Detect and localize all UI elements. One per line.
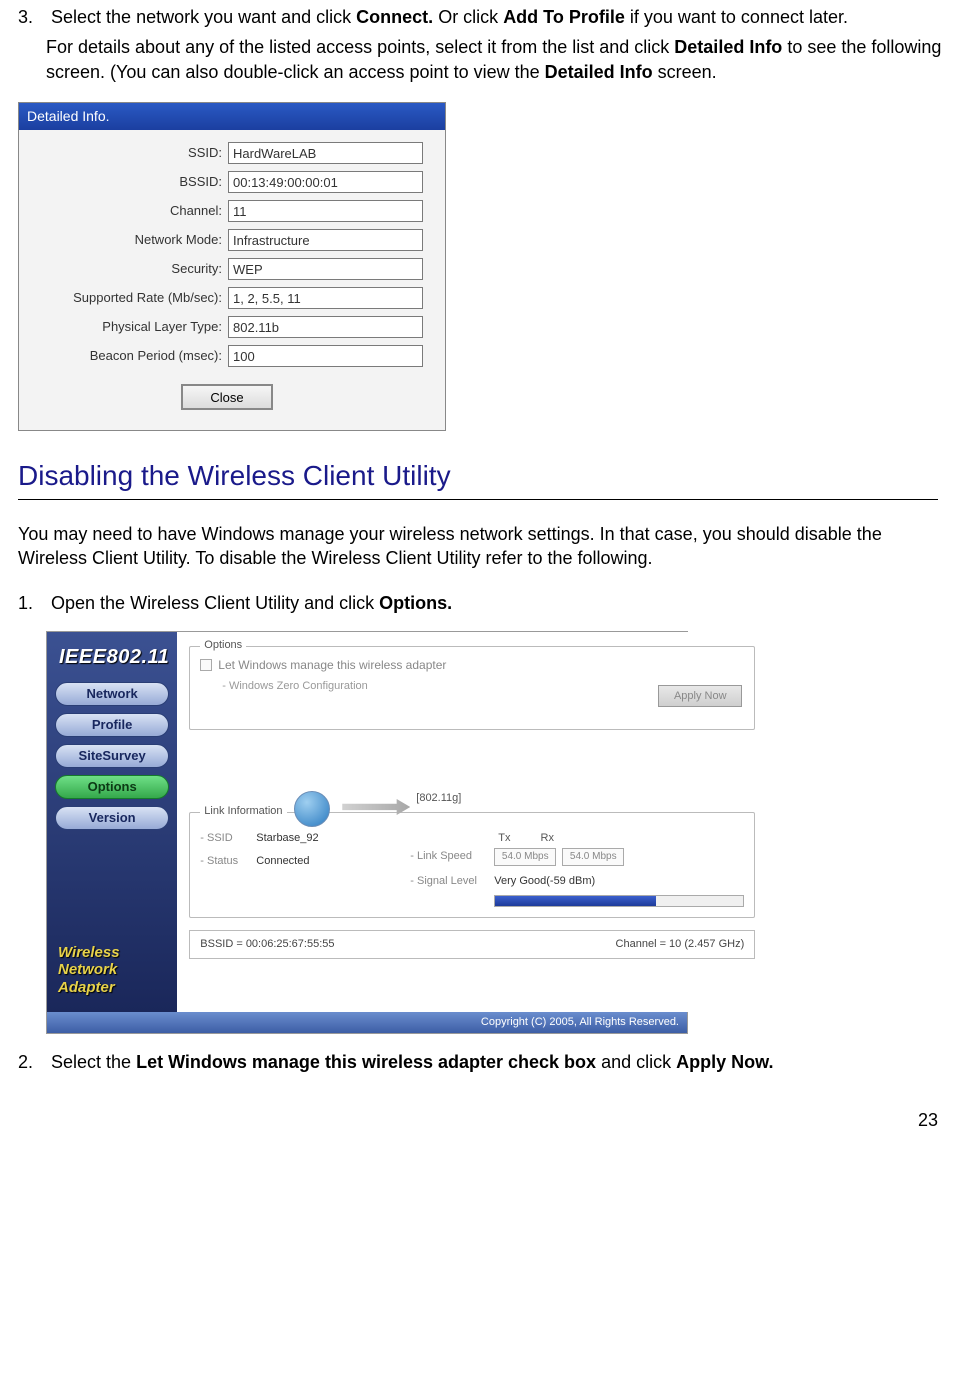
tx-header: Tx [498, 831, 510, 846]
protocol-label: [802.11g] [416, 791, 461, 806]
rx-speed-box: 54.0 Mbps [562, 848, 624, 866]
add-to-profile-bold: Add To Profile [503, 7, 625, 27]
section-heading: Disabling the Wireless Client Utility [18, 457, 938, 495]
detailed-info-body: SSID:HardWareLAB BSSID:00:13:49:00:00:01… [19, 130, 445, 431]
network-mode-label: Network Mode: [23, 231, 228, 249]
tab-network[interactable]: Network [55, 682, 169, 706]
t: Network Adapter [58, 961, 117, 995]
section-para: You may need to have Windows manage your… [18, 522, 938, 571]
ssid-k: - SSID [200, 831, 256, 846]
t: screen. [653, 62, 717, 82]
status-v: Connected [256, 854, 309, 869]
phy-layer-field[interactable]: 802.11b [228, 316, 423, 338]
channel-status: Channel = 10 (2.457 GHz) [616, 937, 745, 952]
security-label: Security: [23, 260, 228, 278]
wcu-wrapper: ✕ IEEE802.11 Network Profile SiteSurvey … [46, 631, 938, 1034]
tab-version[interactable]: Version [55, 806, 169, 830]
step-2-number: 2. [18, 1050, 46, 1074]
options-fieldset: Options Let Windows manage this wireless… [189, 646, 755, 730]
wcu-sidebar: IEEE802.11 Network Profile SiteSurvey Op… [47, 632, 177, 1012]
t: and click [596, 1052, 676, 1072]
bssid-status: BSSID = 00:06:25:67:55:55 [200, 937, 334, 952]
options-legend: Options [200, 638, 246, 653]
ssid-label: SSID: [23, 144, 228, 162]
ieee-logo: IEEE802.11 [55, 642, 169, 675]
security-field[interactable]: WEP [228, 258, 423, 280]
close-button[interactable]: Close [181, 384, 273, 410]
signal-level-k: - Signal Level [410, 874, 494, 889]
apply-now-bold: Apply Now. [676, 1052, 773, 1072]
tab-options[interactable]: Options [55, 775, 169, 799]
globe-icon [294, 791, 330, 827]
let-windows-manage-checkbox[interactable] [200, 659, 212, 671]
t: For details about any of the listed acce… [46, 37, 674, 57]
page-number: 23 [18, 1108, 938, 1132]
bssid-field[interactable]: 00:13:49:00:00:01 [228, 171, 423, 193]
rx-header: Rx [541, 831, 554, 846]
wcu-footer: Copyright (C) 2005, All Rights Reserved. [47, 1012, 687, 1033]
signal-bar-track [494, 895, 744, 907]
wcu-main: Options Let Windows manage this wireless… [177, 632, 767, 1012]
step-3-para2: For details about any of the listed acce… [46, 35, 953, 84]
link-speed-k: - Link Speed [410, 849, 494, 864]
t: Wireless [58, 944, 120, 961]
t: Or click [433, 7, 503, 27]
t: Select the [51, 1052, 136, 1072]
ssid-field[interactable]: HardWareLAB [228, 142, 423, 164]
detailed-info-titlebar: Detailed Info. [19, 103, 445, 130]
detailed-info-window: Detailed Info. SSID:HardWareLAB BSSID:00… [18, 102, 446, 431]
link-information-fieldset: Link Information [802.11g] - SSIDStarbas… [189, 812, 755, 918]
step-3-body: Select the network you want and click Co… [51, 5, 931, 29]
supported-rate-label: Supported Rate (Mb/sec): [23, 289, 228, 307]
step-2-body: Select the Let Windows manage this wirel… [51, 1050, 931, 1074]
sidebar-label: Wireless Network Adapter [55, 944, 169, 1002]
tab-sitesurvey[interactable]: SiteSurvey [55, 744, 169, 768]
options-bold: Options. [379, 593, 452, 613]
section-rule [18, 499, 938, 500]
detailed-info-bold: Detailed Info [674, 37, 782, 57]
step-3-number: 3. [18, 5, 46, 29]
status-k: - Status [200, 854, 256, 869]
link-left: - SSIDStarbase_92 - StatusConnected [200, 831, 400, 907]
step-3: 3. Select the network you want and click… [18, 5, 938, 84]
ssid-v: Starbase_92 [256, 831, 318, 846]
bssid-label: BSSID: [23, 173, 228, 191]
connect-bold: Connect. [356, 7, 433, 27]
channel-label: Channel: [23, 202, 228, 220]
beacon-label: Beacon Period (msec): [23, 347, 228, 365]
tx-speed-box: 54.0 Mbps [494, 848, 556, 866]
step-2: 2. Select the Let Windows manage this wi… [18, 1050, 938, 1074]
t: Open the Wireless Client Utility and cli… [51, 593, 379, 613]
tab-profile[interactable]: Profile [55, 713, 169, 737]
phy-layer-label: Physical Layer Type: [23, 318, 228, 336]
beacon-field[interactable]: 100 [228, 345, 423, 367]
status-box: BSSID = 00:06:25:67:55:55 Channel = 10 (… [189, 930, 755, 959]
signal-level-v: Very Good(-59 dBm) [494, 874, 595, 889]
step-1-body: Open the Wireless Client Utility and cli… [51, 591, 931, 615]
link-right: Tx Rx - Link Speed 54.0 Mbps 54.0 Mbps -… [410, 831, 744, 907]
let-windows-manage-label: Let Windows manage this wireless adapter [218, 657, 446, 673]
supported-rate-field[interactable]: 1, 2, 5.5, 11 [228, 287, 423, 309]
link-info-legend: Link Information [200, 804, 286, 819]
detailed-info-bold-2: Detailed Info [545, 62, 653, 82]
t: if you want to connect later. [625, 7, 848, 27]
wireless-client-utility-window: ✕ IEEE802.11 Network Profile SiteSurvey … [46, 631, 688, 1034]
step-1-number: 1. [18, 591, 46, 615]
detailed-info-footer: Close [23, 374, 431, 425]
t: Select the network you want and click [51, 7, 356, 27]
channel-field[interactable]: 11 [228, 200, 423, 222]
apply-now-button[interactable]: Apply Now [658, 685, 742, 707]
signal-bar-fill [495, 896, 656, 906]
network-mode-field[interactable]: Infrastructure [228, 229, 423, 251]
let-windows-manage-row[interactable]: Let Windows manage this wireless adapter [200, 657, 744, 673]
let-windows-bold: Let Windows manage this wireless adapter… [136, 1052, 596, 1072]
step-1: 1. Open the Wireless Client Utility and … [18, 591, 938, 615]
